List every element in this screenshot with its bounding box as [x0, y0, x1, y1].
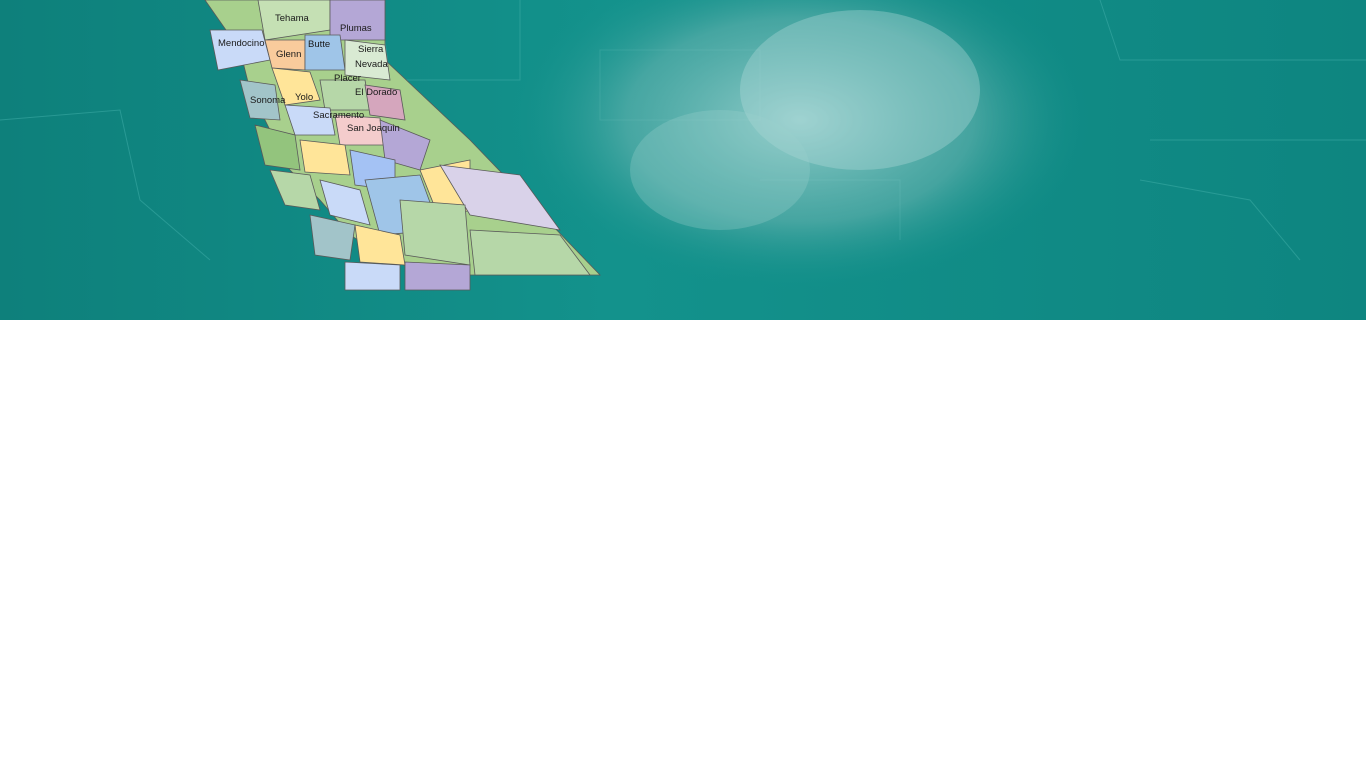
svg-text:Glenn: Glenn — [276, 49, 301, 60]
svg-text:Yolo: Yolo — [295, 92, 313, 103]
svg-text:Nevada: Nevada — [355, 59, 388, 70]
svg-text:Sacramento: Sacramento — [313, 110, 364, 121]
svg-text:Mendocino: Mendocino — [218, 38, 264, 49]
svg-text:Sonoma: Sonoma — [250, 95, 286, 106]
svg-text:Plumas: Plumas — [340, 23, 372, 34]
svg-text:Butte: Butte — [308, 39, 330, 50]
hero-banner: Tehama Plumas Mendocino Glenn Butte Sier… — [0, 0, 1366, 320]
svg-text:Placer: Placer — [334, 73, 361, 84]
svg-text:El Dorado: El Dorado — [355, 87, 397, 98]
svg-text:San Joaquin: San Joaquin — [347, 123, 400, 134]
hero-background: Tehama Plumas Mendocino Glenn Butte Sier… — [0, 0, 1366, 320]
svg-text:Tehama: Tehama — [275, 13, 310, 24]
svg-text:Sierra: Sierra — [358, 44, 384, 55]
